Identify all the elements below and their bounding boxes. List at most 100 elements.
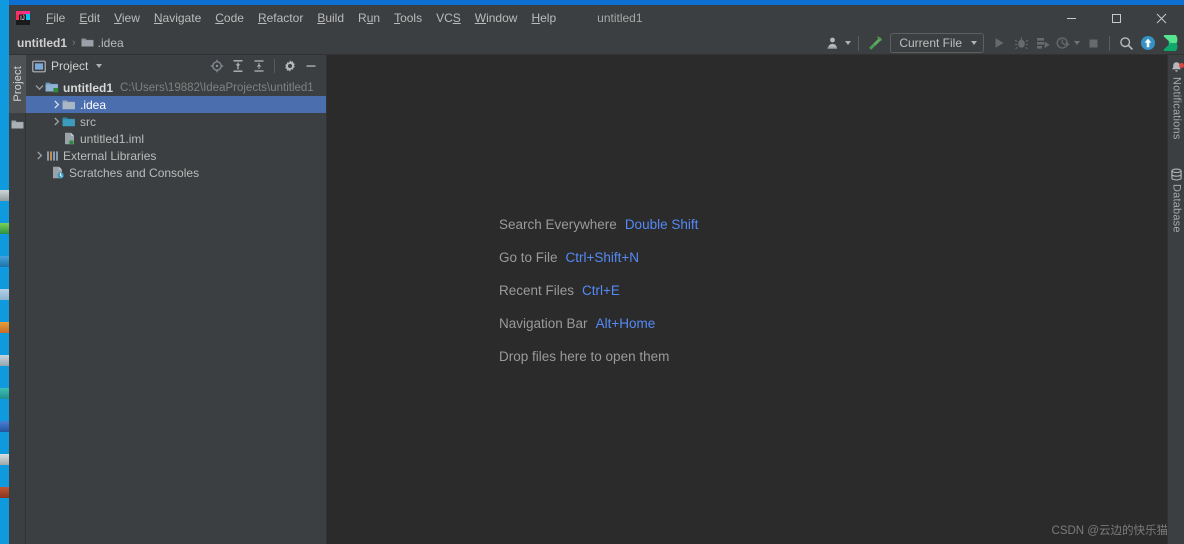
editor-area[interactable]: Search Everywhere Double Shift Go to Fil…: [327, 55, 1176, 544]
maximize-button[interactable]: [1094, 5, 1139, 31]
sidebar-item-database[interactable]: Database: [1168, 162, 1184, 233]
toolbar-separator-2: [1109, 35, 1110, 51]
menu-run[interactable]: Run: [351, 5, 387, 31]
hide-panel-button[interactable]: [301, 56, 321, 76]
breadcrumb-project[interactable]: untitled1: [13, 35, 71, 51]
menu-navigate[interactable]: Navigate: [147, 5, 208, 31]
hint-go-to-file: Go to File Ctrl+Shift+N: [499, 241, 698, 274]
scroll-from-source-button[interactable]: [207, 56, 227, 76]
build-button[interactable]: [864, 32, 886, 54]
tree-label: Scratches and Consoles: [69, 165, 200, 180]
project-module-icon: [45, 80, 59, 95]
menu-help[interactable]: Help: [524, 5, 563, 31]
debug-bug-icon: [1014, 37, 1028, 50]
tree-row-scratches-and-consoles[interactable]: Scratches and Consoles: [26, 164, 326, 181]
menu-edit[interactable]: Edit: [72, 5, 107, 31]
project-panel-title-button[interactable]: Project: [32, 59, 103, 73]
tree-row-idea[interactable]: .idea: [26, 96, 326, 113]
project-view-icon: [32, 60, 46, 72]
tree-label: .idea: [80, 97, 107, 112]
project-panel-actions: [207, 56, 326, 76]
run-configuration-selector[interactable]: Current File: [890, 33, 984, 53]
chevron-down-icon[interactable]: [34, 79, 45, 96]
menu-code[interactable]: Code: [208, 5, 251, 31]
chevron-down-icon: [1074, 41, 1080, 45]
minimize-icon: [1067, 17, 1076, 19]
tree-row-iml-file[interactable]: untitled1.iml: [26, 130, 326, 147]
database-icon: [1170, 168, 1183, 181]
hint-search-everywhere: Search Everywhere Double Shift: [499, 208, 698, 241]
menu-window[interactable]: Window: [468, 5, 525, 31]
build-hammer-icon: [868, 36, 882, 50]
main-toolbar: Current File: [825, 31, 1181, 55]
chevron-right-icon[interactable]: [51, 96, 62, 113]
panel-action-separator: [274, 59, 275, 73]
stop-button[interactable]: [1082, 32, 1104, 54]
hint-label: Go to File: [499, 250, 558, 265]
account-button[interactable]: [825, 32, 853, 54]
expand-all-button[interactable]: [228, 56, 248, 76]
menu-build[interactable]: Build: [310, 5, 351, 31]
user-account-icon: [827, 37, 838, 49]
gear-icon: [285, 60, 295, 72]
chevron-right-icon[interactable]: [51, 113, 62, 130]
breadcrumb-folder[interactable]: .idea: [77, 35, 128, 51]
sidebar-item-project[interactable]: Project: [9, 55, 26, 113]
hint-label: Recent Files: [499, 283, 575, 298]
project-tree[interactable]: untitled1 C:\Users\19882\IdeaProjects\un…: [26, 77, 326, 181]
scratches-icon: [51, 165, 65, 180]
expand-all-icon: [233, 60, 243, 72]
hint-shortcut: Alt+Home: [595, 316, 656, 331]
search-everywhere-button[interactable]: [1115, 32, 1137, 54]
minimize-button[interactable]: [1049, 5, 1094, 31]
desktop-background-strip: [0, 0, 9, 544]
close-button[interactable]: [1139, 5, 1184, 31]
chevron-right-icon[interactable]: [34, 147, 45, 164]
tree-row-src[interactable]: src: [26, 113, 326, 130]
search-icon: [1119, 36, 1133, 50]
project-panel-title: Project: [51, 59, 89, 73]
project-options-button[interactable]: [280, 56, 300, 76]
menu-file[interactable]: File: [39, 5, 72, 31]
tree-row-untitled1[interactable]: untitled1 C:\Users\19882\IdeaProjects\un…: [26, 79, 326, 96]
hint-shortcut: Ctrl+E: [582, 283, 620, 298]
menu-vcs[interactable]: VCS: [429, 5, 468, 31]
notification-badge: [1179, 63, 1184, 68]
close-icon: [1156, 13, 1167, 23]
notifications-bell-icon: [1170, 61, 1184, 74]
folder-icon: [62, 97, 76, 112]
tree-label: untitled1.iml: [80, 131, 145, 146]
hint-label: Navigation Bar: [499, 316, 588, 331]
run-with-coverage-button[interactable]: [1032, 32, 1054, 54]
run-button[interactable]: [988, 32, 1010, 54]
hint-recent-files: Recent Files Ctrl+E: [499, 274, 698, 307]
folder-icon[interactable]: [11, 117, 24, 130]
menu-refactor[interactable]: Refactor: [251, 5, 310, 31]
breadcrumb: untitled1 › .idea: [9, 35, 128, 51]
sidebar-item-label: Database: [1170, 183, 1183, 233]
hint-label: Search Everywhere: [499, 217, 617, 232]
sidebar-item-notifications[interactable]: Notifications: [1168, 55, 1184, 140]
menu-tools[interactable]: Tools: [387, 5, 429, 31]
hint-label: Drop files here to open them: [499, 349, 670, 364]
chevron-down-icon: [96, 64, 103, 68]
tree-project-path: C:\Users\19882\IdeaProjects\untitled1: [120, 81, 314, 94]
chevron-down-icon: [971, 41, 977, 45]
code-with-me-button[interactable]: [1159, 32, 1181, 54]
watermark: CSDN @云边的快乐猫: [1051, 525, 1168, 537]
hint-drop-files: Drop files here to open them: [499, 340, 698, 373]
debug-button[interactable]: [1010, 32, 1032, 54]
navigation-bar: untitled1 › .idea Current File: [9, 31, 1184, 55]
update-project-button[interactable]: [1137, 32, 1159, 54]
tree-row-external-libraries[interactable]: External Libraries: [26, 147, 326, 164]
window-title: untitled1: [597, 11, 643, 25]
collapse-all-button[interactable]: [249, 56, 269, 76]
toolbar-separator: [858, 35, 860, 51]
collapse-all-icon: [254, 60, 264, 72]
intellij-idea-logo-icon: IJ: [15, 10, 31, 26]
tree-label: src: [80, 114, 96, 129]
main-menu-bar[interactable]: File Edit View Navigate Code Refactor Bu…: [39, 5, 563, 31]
profiler-button[interactable]: [1054, 32, 1082, 54]
menu-view[interactable]: View: [107, 5, 147, 31]
run-play-icon: [995, 38, 1004, 48]
